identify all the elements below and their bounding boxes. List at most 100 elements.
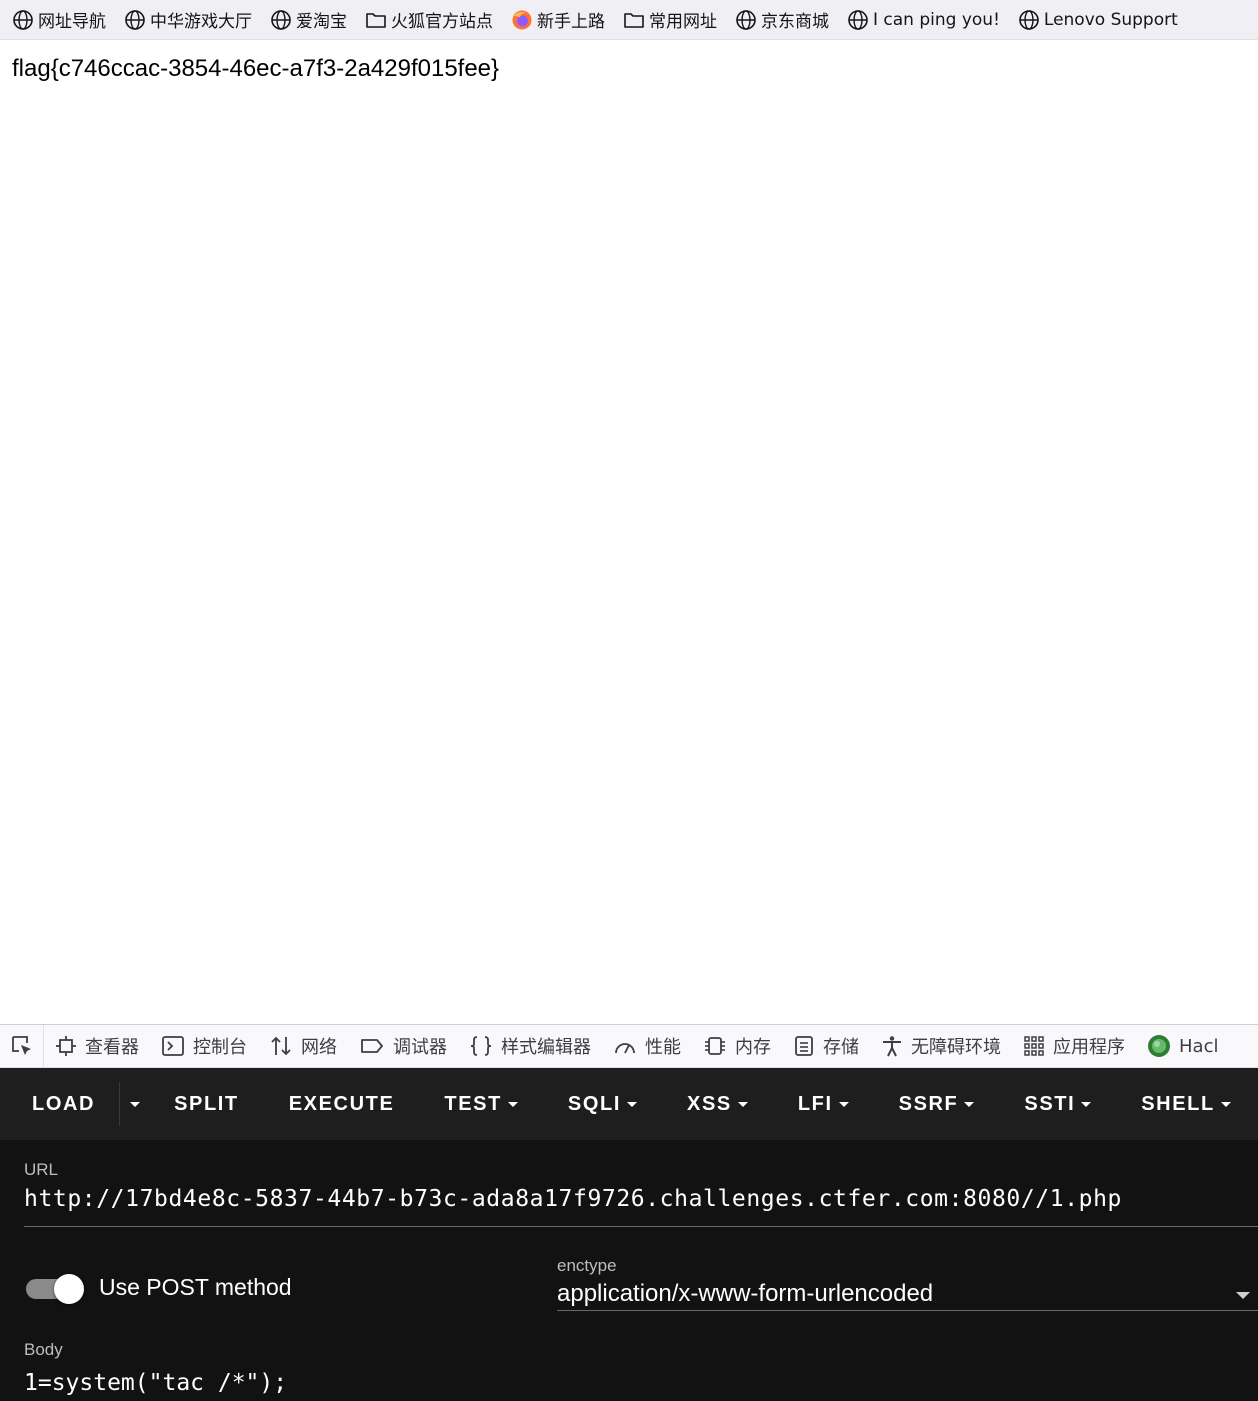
lfi-label: LFI xyxy=(797,1092,833,1115)
bookmark-folder[interactable]: 常用网址 xyxy=(623,7,717,32)
ssti-label: SSTI xyxy=(1024,1092,1076,1115)
tab-label: 调试器 xyxy=(393,1037,447,1058)
chevron-down-icon xyxy=(964,1101,975,1107)
post-method-label[interactable]: Use POST method xyxy=(99,1274,292,1301)
lfi-menu-button[interactable]: LFI xyxy=(782,1068,865,1140)
post-method-toggle[interactable] xyxy=(26,1274,84,1304)
page-viewport: flag{c746ccac-3854-46ec-a7f3-2a429f015fe… xyxy=(0,41,1258,1024)
tab-inspector[interactable]: 查看器 xyxy=(44,1025,150,1067)
toggle-knob xyxy=(54,1274,84,1304)
tab-label: 样式编辑器 xyxy=(501,1037,591,1058)
sqli-label: SQLI xyxy=(567,1092,621,1115)
tab-debugger[interactable]: 调试器 xyxy=(348,1025,458,1067)
url-field-label: URL xyxy=(24,1160,59,1179)
ssrf-label: SSRF xyxy=(898,1092,959,1115)
tab-memory[interactable]: 内存 xyxy=(692,1025,782,1067)
performance-icon xyxy=(615,1043,635,1054)
bookmark-item[interactable]: 中华游戏大厅 xyxy=(124,7,252,32)
globe-icon xyxy=(848,9,868,30)
chevron-down-icon xyxy=(130,1101,141,1107)
tab-label: 存储 xyxy=(823,1037,859,1058)
test-label: TEST xyxy=(444,1092,502,1115)
ssrf-menu-button[interactable]: SSRF xyxy=(883,1068,991,1140)
chevron-down-icon xyxy=(627,1101,637,1107)
bookmark-item[interactable]: 网址导航 xyxy=(12,7,106,32)
xss-menu-button[interactable]: XSS xyxy=(671,1068,764,1140)
chevron-down-icon xyxy=(1081,1101,1092,1107)
tab-network[interactable]: 网络 xyxy=(258,1025,348,1067)
globe-icon xyxy=(736,9,756,30)
tab-label: 网络 xyxy=(301,1037,337,1058)
bookmark-label: 中华游戏大厅 xyxy=(150,12,252,32)
load-label: LOAD xyxy=(32,1092,96,1115)
bookmarks-toolbar: 网址导航 中华游戏大厅 爱淘宝 火狐官方站点 新手上路 常用网址 京东商城 I … xyxy=(0,0,1258,40)
chevron-down-icon xyxy=(737,1101,748,1107)
hackbar-toolbar: LOAD SPLIT EXECUTE TEST SQLI XSS LFI SSR… xyxy=(0,1068,1258,1140)
body-field-label: Body xyxy=(24,1340,63,1359)
tab-console[interactable]: 控制台 xyxy=(150,1025,258,1067)
xss-label: XSS xyxy=(687,1092,732,1115)
inspector-icon xyxy=(56,1036,76,1056)
bookmark-label: 网址导航 xyxy=(38,12,106,32)
execute-button[interactable]: EXECUTE xyxy=(273,1068,411,1140)
bookmark-item[interactable]: I can ping you! xyxy=(847,9,1000,31)
style-editor-icon xyxy=(470,1036,492,1056)
element-picker-button[interactable] xyxy=(0,1025,44,1067)
accessibility-icon xyxy=(883,1036,901,1057)
bookmark-label: 火狐官方站点 xyxy=(391,12,493,32)
storage-icon xyxy=(795,1036,813,1056)
tab-label: 性能 xyxy=(645,1037,681,1058)
tab-hackbar[interactable]: Hacl xyxy=(1136,1025,1229,1067)
execute-label: EXECUTE xyxy=(288,1092,395,1115)
tab-label: 控制台 xyxy=(193,1037,247,1058)
url-input[interactable]: http://17bd4e8c-5837-44b7-b73c-ada8a17f9… xyxy=(24,1186,1122,1212)
chevron-down-icon[interactable] xyxy=(1236,1292,1250,1299)
chevron-down-icon xyxy=(838,1101,849,1107)
test-menu-button[interactable]: TEST xyxy=(428,1068,534,1140)
globe-icon xyxy=(125,9,145,30)
debugger-icon xyxy=(361,1039,383,1053)
tab-label: 无障碍环境 xyxy=(911,1037,1001,1058)
bookmark-folder[interactable]: 火狐官方站点 xyxy=(365,7,493,32)
tab-label: Hacl xyxy=(1179,1035,1219,1057)
network-icon xyxy=(271,1036,291,1056)
bookmark-item[interactable]: 新手上路 xyxy=(511,7,605,32)
bookmark-label: Lenovo Support xyxy=(1043,9,1178,30)
sqli-menu-button[interactable]: SQLI xyxy=(552,1068,653,1140)
folder-icon xyxy=(624,12,644,28)
load-dropdown-button[interactable] xyxy=(120,1068,150,1140)
devtools-tabbar: 查看器 控制台 网络 调试器 样式编辑器 性能 内存 存储 无障碍环境 应用程序… xyxy=(0,1024,1258,1068)
hackbar-panel: LOAD SPLIT EXECUTE TEST SQLI XSS LFI SSR… xyxy=(0,1068,1258,1401)
split-button[interactable]: SPLIT xyxy=(158,1068,255,1140)
tab-storage[interactable]: 存储 xyxy=(782,1025,870,1067)
memory-icon xyxy=(705,1037,725,1055)
hackbar-icon xyxy=(1148,1035,1170,1057)
page-output-text: flag{c746ccac-3854-46ec-a7f3-2a429f015fe… xyxy=(12,55,500,82)
bookmark-item[interactable]: Lenovo Support xyxy=(1018,9,1178,31)
split-label: SPLIT xyxy=(174,1092,239,1115)
shell-label: SHELL xyxy=(1141,1092,1215,1115)
bookmark-item[interactable]: 爱淘宝 xyxy=(270,7,347,32)
ssti-menu-button[interactable]: SSTI xyxy=(1008,1068,1107,1140)
tab-label: 查看器 xyxy=(85,1037,139,1058)
chevron-down-icon xyxy=(1220,1101,1231,1107)
console-icon xyxy=(162,1036,184,1056)
chevron-down-icon xyxy=(507,1101,518,1107)
enctype-underline xyxy=(557,1310,1258,1311)
bookmark-item[interactable]: 京东商城 xyxy=(735,7,829,32)
shell-menu-button[interactable]: SHELL xyxy=(1125,1068,1247,1140)
application-icon xyxy=(1024,1036,1044,1056)
enctype-select[interactable]: application/x-www-form-urlencoded xyxy=(557,1280,933,1308)
tab-accessibility[interactable]: 无障碍环境 xyxy=(870,1025,1012,1067)
bookmark-label: I can ping you! xyxy=(873,9,1000,30)
tab-label: 应用程序 xyxy=(1053,1037,1125,1058)
firefox-icon xyxy=(512,10,532,29)
bookmark-label: 新手上路 xyxy=(537,12,605,32)
tab-label: 内存 xyxy=(735,1037,771,1058)
body-input[interactable]: 1=system("tac /*"); xyxy=(24,1370,287,1396)
tab-performance[interactable]: 性能 xyxy=(602,1025,692,1067)
tab-application[interactable]: 应用程序 xyxy=(1012,1025,1136,1067)
url-underline xyxy=(24,1226,1258,1227)
load-button[interactable]: LOAD xyxy=(0,1068,119,1140)
tab-style-editor[interactable]: 样式编辑器 xyxy=(458,1025,602,1067)
